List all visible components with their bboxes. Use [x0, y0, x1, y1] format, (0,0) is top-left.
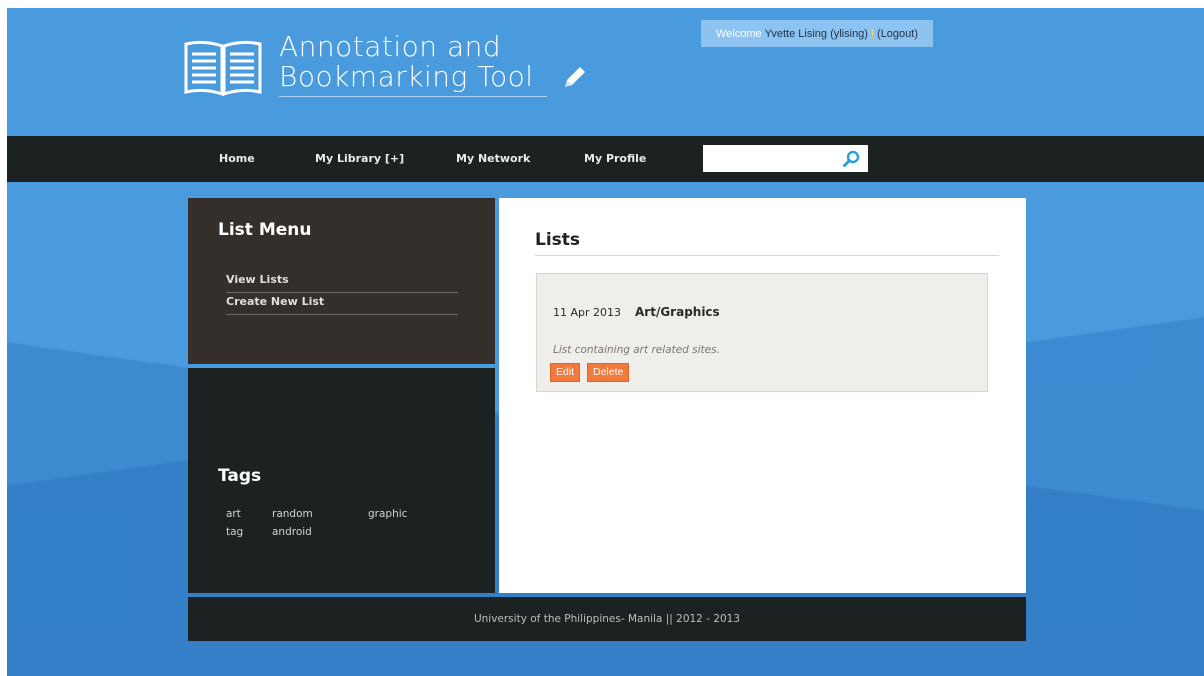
user-name-link[interactable]: Yvette Lising (ylising) — [765, 28, 868, 40]
page-title: Lists — [535, 230, 581, 250]
site-logo[interactable]: Annotation and Bookmarking Tool — [182, 26, 602, 116]
edit-button[interactable]: Edit — [550, 363, 581, 382]
welcome-bar: Welcome Yvette Lising (ylising) ! (Logou… — [701, 20, 933, 47]
logout-link[interactable]: (Logout) — [877, 28, 918, 40]
tag-link[interactable]: tag — [226, 526, 243, 538]
site-title-line2: Bookmarking Tool — [279, 60, 534, 93]
tag-link[interactable]: android — [272, 526, 312, 538]
nav-my-profile[interactable]: My Profile — [584, 136, 646, 182]
search-box — [703, 145, 868, 172]
welcome-exclamation: ! — [870, 27, 875, 40]
view-lists-link[interactable]: View Lists — [226, 270, 458, 293]
list-card: 11 Apr 2013 Art/Graphics List containing… — [536, 273, 988, 392]
delete-button[interactable]: Delete — [587, 363, 630, 382]
tag-link[interactable]: graphic — [368, 508, 407, 520]
title-underline — [279, 96, 547, 97]
main-nav: Home My Library [+] My Network My Profil… — [7, 136, 1204, 182]
list-menu-title: List Menu — [218, 220, 312, 240]
site-title: Annotation and Bookmarking Tool — [279, 32, 534, 92]
list-name-link[interactable]: Art/Graphics — [635, 305, 720, 319]
search-input[interactable] — [703, 145, 850, 172]
nav-my-library[interactable]: My Library [+] — [315, 136, 404, 182]
page-background: Annotation and Bookmarking Tool Welcome … — [7, 8, 1204, 676]
list-menu-panel: List Menu View Lists Create New List — [188, 198, 495, 364]
nav-my-network[interactable]: My Network — [456, 136, 530, 182]
footer-text: University of the Philippines- Manila ||… — [473, 613, 741, 625]
book-logo-icon — [184, 40, 262, 97]
tags-panel: Tags art random graphic tag android — [188, 368, 495, 593]
tags-title: Tags — [218, 466, 262, 486]
site-title-line1: Annotation and — [279, 30, 502, 63]
list-date: 11 Apr 2013 — [553, 306, 622, 319]
pencil-icon — [565, 67, 585, 87]
main-content: Lists 11 Apr 2013 Art/Graphics List cont… — [499, 198, 1026, 593]
search-icon[interactable] — [841, 149, 861, 169]
welcome-label: Welcome — [715, 27, 762, 40]
tag-link[interactable]: art — [226, 508, 241, 520]
tag-link[interactable]: random — [272, 508, 313, 520]
nav-home[interactable]: Home — [219, 136, 255, 182]
footer: University of the Philippines- Manila ||… — [188, 597, 1026, 641]
list-description: List containing art related sites. — [553, 344, 720, 356]
title-divider — [535, 255, 999, 256]
create-new-list-link[interactable]: Create New List — [226, 292, 458, 315]
